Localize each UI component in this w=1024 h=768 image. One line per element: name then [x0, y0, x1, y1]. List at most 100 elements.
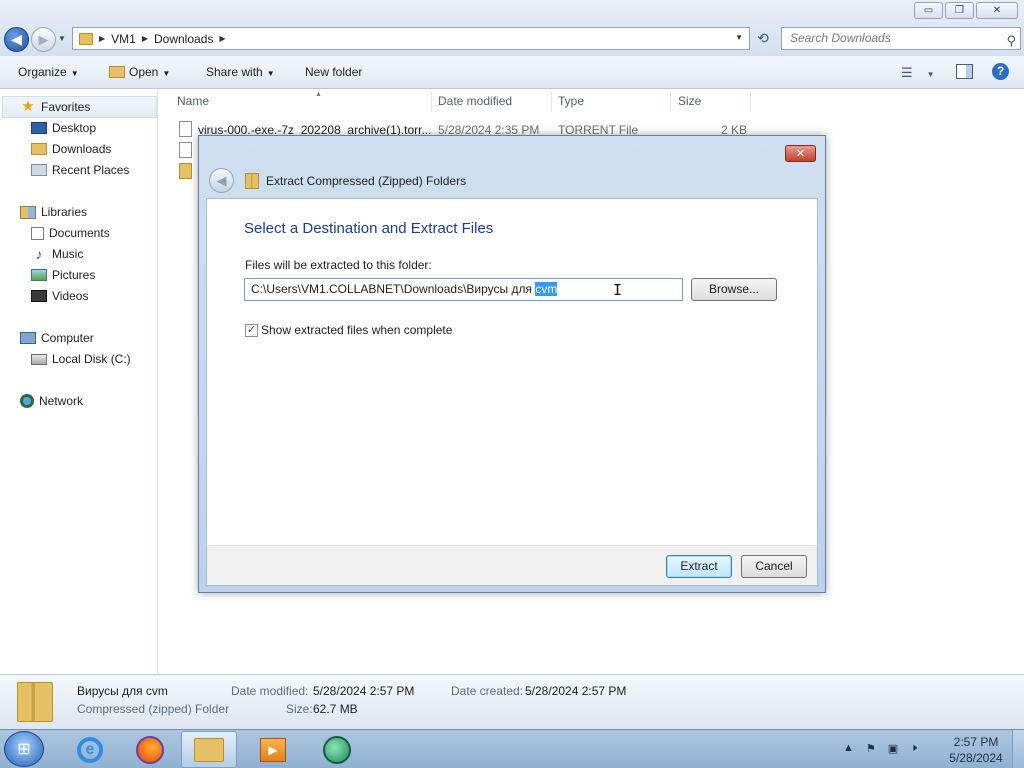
chevron-right-icon[interactable]: ▶: [142, 34, 148, 43]
help-button[interactable]: ?: [992, 63, 1009, 80]
preview-pane-button[interactable]: [956, 64, 973, 79]
sidebar-item-label: Favorites: [41, 100, 91, 114]
back-button[interactable]: ◀: [4, 27, 29, 52]
sidebar-item-music[interactable]: ♪ Music: [31, 247, 84, 261]
network-tray-icon[interactable]: ▣: [888, 742, 898, 755]
column-header-date-modified[interactable]: Date modified: [438, 94, 512, 108]
zip-folder-icon: [245, 173, 259, 189]
downloads-folder-icon: [31, 143, 47, 155]
text-cursor-icon: I: [613, 281, 623, 299]
help-icon: ?: [996, 64, 1005, 78]
taskbar-firefox[interactable]: [122, 731, 178, 768]
network-icon: [20, 394, 34, 408]
forward-button[interactable]: ▶: [31, 27, 56, 52]
address-history-dropdown[interactable]: ▼: [735, 33, 743, 42]
close-icon: ✕: [795, 148, 806, 160]
taskbar-clock[interactable]: 2:57 PM 5/28/2024: [945, 734, 1007, 766]
taskbar-green-app[interactable]: [309, 731, 365, 768]
taskbar-windows-explorer[interactable]: [181, 731, 237, 768]
refresh-button[interactable]: ⟲: [752, 28, 774, 49]
sidebar-item-desktop[interactable]: Desktop: [31, 121, 96, 135]
sidebar-item-libraries[interactable]: Libraries: [20, 205, 87, 219]
volume-muted-icon[interactable]: 🕨: [910, 742, 917, 755]
start-button[interactable]: ⊞: [4, 731, 44, 767]
chevron-right-icon[interactable]: ▶: [99, 34, 105, 43]
extract-dialog: ✕ ◀ Extract Compressed (Zipped) Folders …: [198, 135, 826, 593]
windows-logo-icon: ⊞: [17, 741, 31, 758]
sidebar-item-recent-places[interactable]: Recent Places: [31, 163, 129, 177]
dropdown-arrow-icon: ▼: [162, 69, 171, 78]
show-extracted-files-checkbox[interactable]: ✓: [245, 324, 258, 337]
new-folder-label: New folder: [305, 65, 363, 79]
close-window-button[interactable]: ✕: [976, 2, 1018, 19]
column-divider[interactable]: [750, 92, 751, 112]
sidebar-item-pictures[interactable]: Pictures: [31, 268, 95, 282]
sidebar-item-label: Pictures: [52, 268, 96, 282]
dialog-back-button[interactable]: ◀: [209, 168, 234, 193]
column-label: Type: [558, 94, 585, 108]
taskbar-internet-explorer[interactable]: e: [62, 731, 118, 768]
breadcrumb-vm1[interactable]: VM1: [111, 32, 136, 46]
sidebar-item-favorites[interactable]: ★ Favorites: [2, 96, 157, 118]
checkmark-icon: ✓: [246, 324, 257, 336]
window-controls: ▭ ❐ ✕: [914, 2, 1018, 19]
open-button[interactable]: Open ▼: [109, 65, 170, 79]
pictures-icon: [31, 269, 47, 281]
action-center-flag-icon[interactable]: ⚑: [866, 742, 876, 755]
column-header-name[interactable]: Name ▲: [177, 91, 322, 108]
breadcrumb-downloads[interactable]: Downloads: [154, 32, 213, 46]
column-divider[interactable]: [551, 92, 552, 112]
column-label: Size: [678, 94, 702, 108]
hard-disk-icon: [31, 353, 47, 365]
cancel-button[interactable]: Cancel: [741, 555, 807, 578]
sidebar-item-local-disk[interactable]: Local Disk (C:): [31, 352, 131, 366]
zip-folder-icon: [17, 682, 53, 722]
sort-ascending-icon: ▲: [315, 91, 322, 98]
command-bar: Organize ▼ Open ▼ Share with ▼ New folder ☰…: [0, 56, 1024, 89]
details-size-label: Size:: [286, 702, 313, 716]
dialog-content: Select a Destination and Extract Files F…: [206, 198, 818, 545]
show-hidden-icons-button[interactable]: ▲: [843, 742, 854, 755]
recent-pages-dropdown[interactable]: ▼: [58, 34, 66, 43]
path-text: C:\Users\VM1.COLLABNET\Downloads\Вирусы …: [251, 282, 536, 296]
show-desktop-button[interactable]: [1012, 730, 1024, 768]
minimize-button[interactable]: ▭: [914, 2, 943, 19]
sidebar-item-label: Videos: [52, 289, 89, 303]
close-icon: ✕: [992, 5, 1002, 16]
maximize-button[interactable]: ❐: [945, 2, 974, 19]
search-icon[interactable]: ⚲: [1006, 30, 1016, 51]
details-date-modified: 5/28/2024 2:57 PM: [313, 684, 415, 698]
organize-button[interactable]: Organize ▼: [18, 65, 79, 79]
media-player-icon: ▶: [260, 737, 286, 762]
column-header-size[interactable]: Size: [678, 94, 701, 108]
clock-time: 2:57 PM: [953, 735, 999, 749]
dialog-heading: Select a Destination and Extract Files: [244, 220, 494, 237]
chevron-right-icon[interactable]: ▶: [219, 34, 225, 43]
sidebar-item-computer[interactable]: Computer: [20, 331, 94, 345]
explorer-folder-icon: [194, 737, 224, 762]
sidebar-item-videos[interactable]: Videos: [31, 289, 88, 303]
videos-icon: [31, 290, 47, 302]
show-extracted-files-label[interactable]: Show extracted files when complete: [261, 323, 452, 337]
navigation-pane: ★ Favorites Desktop Downloads Recent Plac…: [0, 90, 158, 674]
address-bar[interactable]: ▶ VM1 ▶ Downloads ▶ ▼: [72, 27, 750, 50]
navigation-bar: ◀ ▶ ▼ ▶ VM1 ▶ Downloads ▶ ▼ ⟲ Search Dow…: [0, 24, 1024, 56]
details-view-icon: ☰: [901, 65, 913, 80]
column-divider[interactable]: [670, 92, 671, 112]
open-label: Open: [129, 65, 159, 79]
sidebar-item-label: Music: [52, 247, 84, 261]
column-divider[interactable]: [431, 92, 432, 112]
change-view-button[interactable]: ☰ ▼: [901, 65, 935, 81]
share-with-button[interactable]: Share with ▼: [206, 65, 275, 79]
dialog-close-button[interactable]: ✕: [785, 145, 816, 162]
extract-button[interactable]: Extract: [666, 555, 732, 578]
documents-icon: [31, 226, 44, 240]
new-folder-button[interactable]: New folder: [305, 65, 362, 79]
search-input[interactable]: Search Downloads ⚲: [781, 27, 1021, 50]
browse-button[interactable]: Browse...: [691, 278, 777, 301]
taskbar-media-player[interactable]: ▶: [245, 731, 301, 768]
column-header-type[interactable]: Type: [558, 94, 584, 108]
sidebar-item-documents[interactable]: Documents: [31, 226, 110, 240]
sidebar-item-downloads[interactable]: Downloads: [31, 142, 111, 156]
sidebar-item-network[interactable]: Network: [20, 394, 83, 408]
